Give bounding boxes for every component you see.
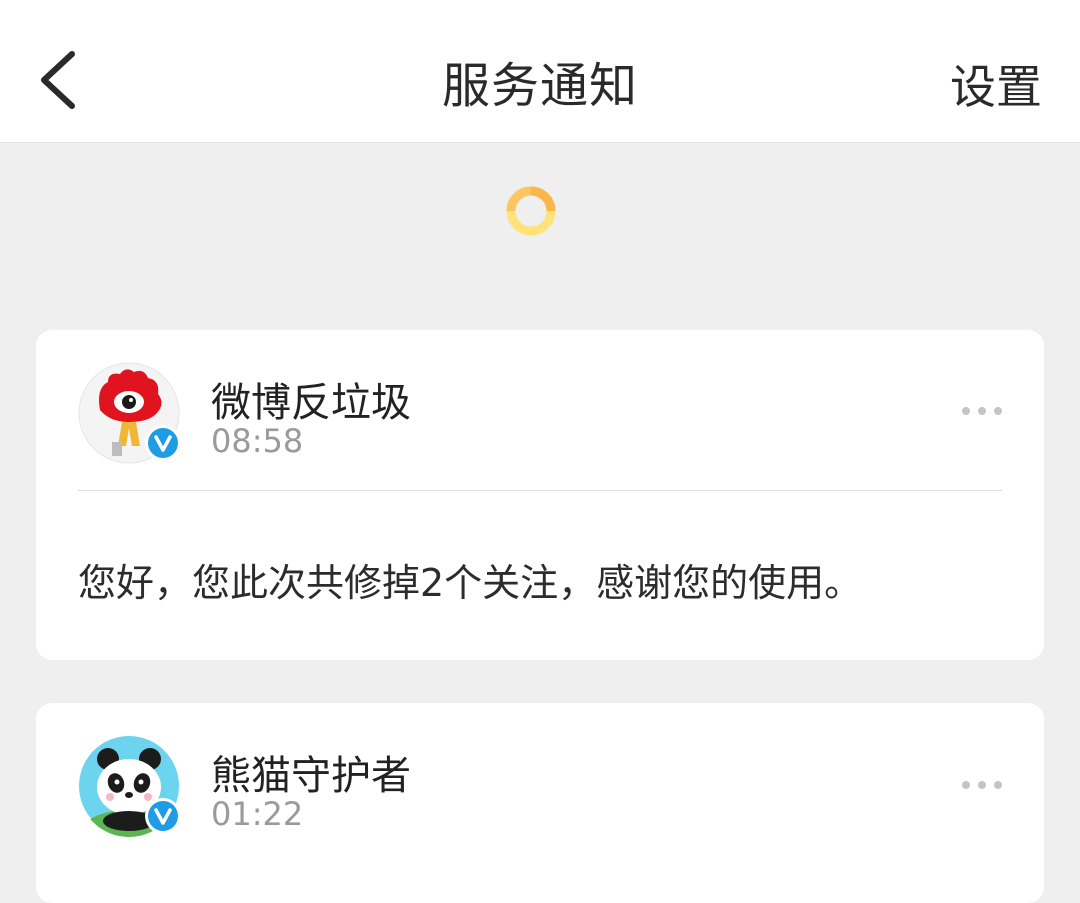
sender-name[interactable]: 熊猫守护者 bbox=[211, 743, 411, 801]
top-nav-bar: 服务通知 设置 bbox=[0, 0, 1080, 143]
divider bbox=[78, 490, 1002, 491]
timestamp: 08:58 bbox=[211, 422, 304, 460]
page-title: 服务通知 bbox=[441, 58, 638, 114]
notification-card: 熊猫守护者 01:22 bbox=[36, 703, 1044, 903]
settings-button[interactable]: 设置 bbox=[950, 51, 1042, 117]
sender-name[interactable]: 微博反垃圾 bbox=[211, 370, 411, 428]
loading-spinner-icon bbox=[506, 186, 556, 236]
more-options-icon[interactable] bbox=[960, 779, 1004, 791]
verified-badge-icon bbox=[145, 425, 181, 461]
notification-message: 您好，您此次共修掉2个关注，感谢您的使用。 bbox=[78, 561, 863, 605]
verified-badge-icon bbox=[145, 798, 181, 834]
notification-card: 微博反垃圾 08:58 您好，您此次共修掉2个关注，感谢您的使用。 bbox=[36, 330, 1044, 660]
avatar[interactable] bbox=[78, 362, 181, 464]
more-options-icon[interactable] bbox=[960, 405, 1004, 417]
timestamp: 01:22 bbox=[211, 795, 304, 833]
avatar[interactable] bbox=[78, 735, 181, 837]
